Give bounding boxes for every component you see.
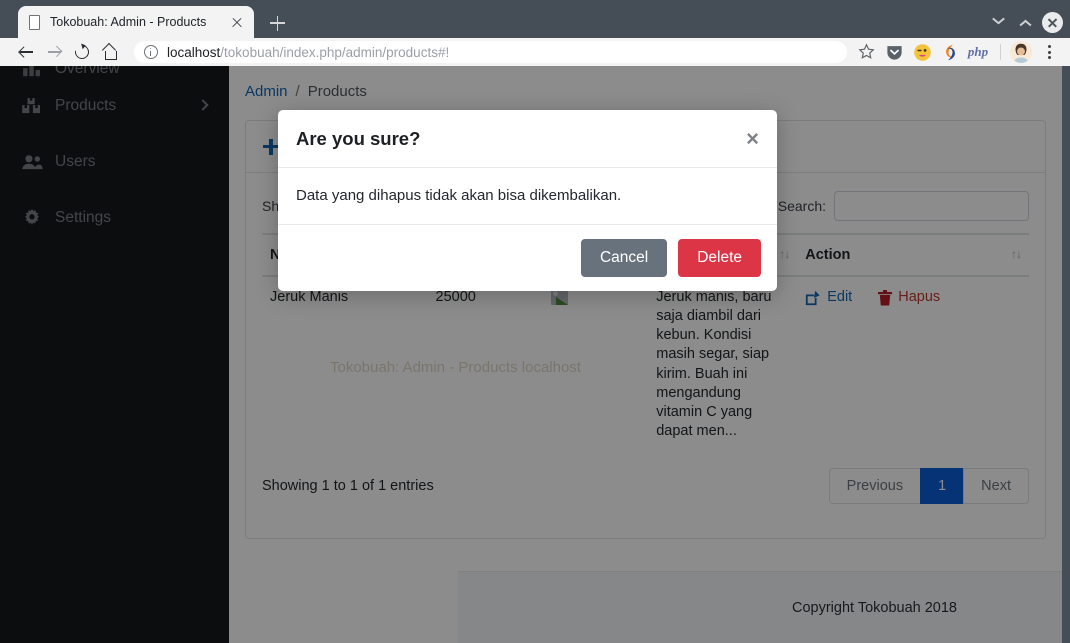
swirl-icon[interactable] xyxy=(937,39,963,65)
toolbar-divider xyxy=(1000,44,1001,60)
bookmark-star-icon[interactable] xyxy=(853,39,879,65)
modal-title: Are you sure? xyxy=(296,128,746,150)
close-icon[interactable]: × xyxy=(746,128,759,150)
delete-button[interactable]: Delete xyxy=(678,239,761,277)
new-tab-button[interactable] xyxy=(265,11,289,35)
tab-strip: Tokobuah: Admin - Products xyxy=(0,0,1070,38)
browser-window: Tokobuah: Admin - Products xyxy=(0,0,1070,643)
forward-button[interactable] xyxy=(40,38,68,66)
modal-body: Data yang dihapus tidak akan bisa dikemb… xyxy=(278,168,777,225)
info-icon[interactable] xyxy=(144,45,158,59)
chevron-down-icon xyxy=(993,18,1003,28)
tab-title: Tokobuah: Admin - Products xyxy=(50,15,228,29)
pocket-icon[interactable] xyxy=(881,39,907,65)
reload-icon xyxy=(72,42,91,61)
confirm-delete-modal: Are you sure? × Data yang dihapus tidak … xyxy=(278,110,777,291)
window-minimize-button[interactable] xyxy=(987,10,1011,34)
browser-menu-button[interactable] xyxy=(1036,39,1062,65)
window-close-button[interactable] xyxy=(1040,10,1064,34)
modal-overlay[interactable]: Are you sure? × Data yang dihapus tidak … xyxy=(0,66,1062,643)
url-path: /tokobuah/index.php/admin/products#! xyxy=(220,45,449,60)
address-bar[interactable]: localhost/tokobuah/index.php/admin/produ… xyxy=(134,41,847,63)
back-button[interactable] xyxy=(12,38,40,66)
php-icon[interactable]: php xyxy=(965,39,991,65)
avatar[interactable] xyxy=(1010,41,1032,63)
cancel-button[interactable]: Cancel xyxy=(581,239,667,277)
url-host: localhost xyxy=(167,45,220,60)
window-maximize-button[interactable] xyxy=(1014,10,1038,34)
modal-footer: Cancel Delete xyxy=(278,225,777,291)
close-icon xyxy=(1042,12,1063,33)
browser-tab[interactable]: Tokobuah: Admin - Products xyxy=(18,6,254,38)
page-icon xyxy=(26,14,42,30)
browser-toolbar: localhost/tokobuah/index.php/admin/produ… xyxy=(0,38,1070,66)
home-icon xyxy=(103,45,117,59)
chevron-up-icon xyxy=(1020,18,1030,28)
home-button[interactable] xyxy=(96,38,124,66)
modal-header: Are you sure? × xyxy=(278,110,777,168)
close-icon[interactable] xyxy=(228,13,246,31)
reload-button[interactable] xyxy=(68,38,96,66)
url-text: localhost/tokobuah/index.php/admin/produ… xyxy=(167,45,449,60)
emoji-icon[interactable] xyxy=(909,39,935,65)
